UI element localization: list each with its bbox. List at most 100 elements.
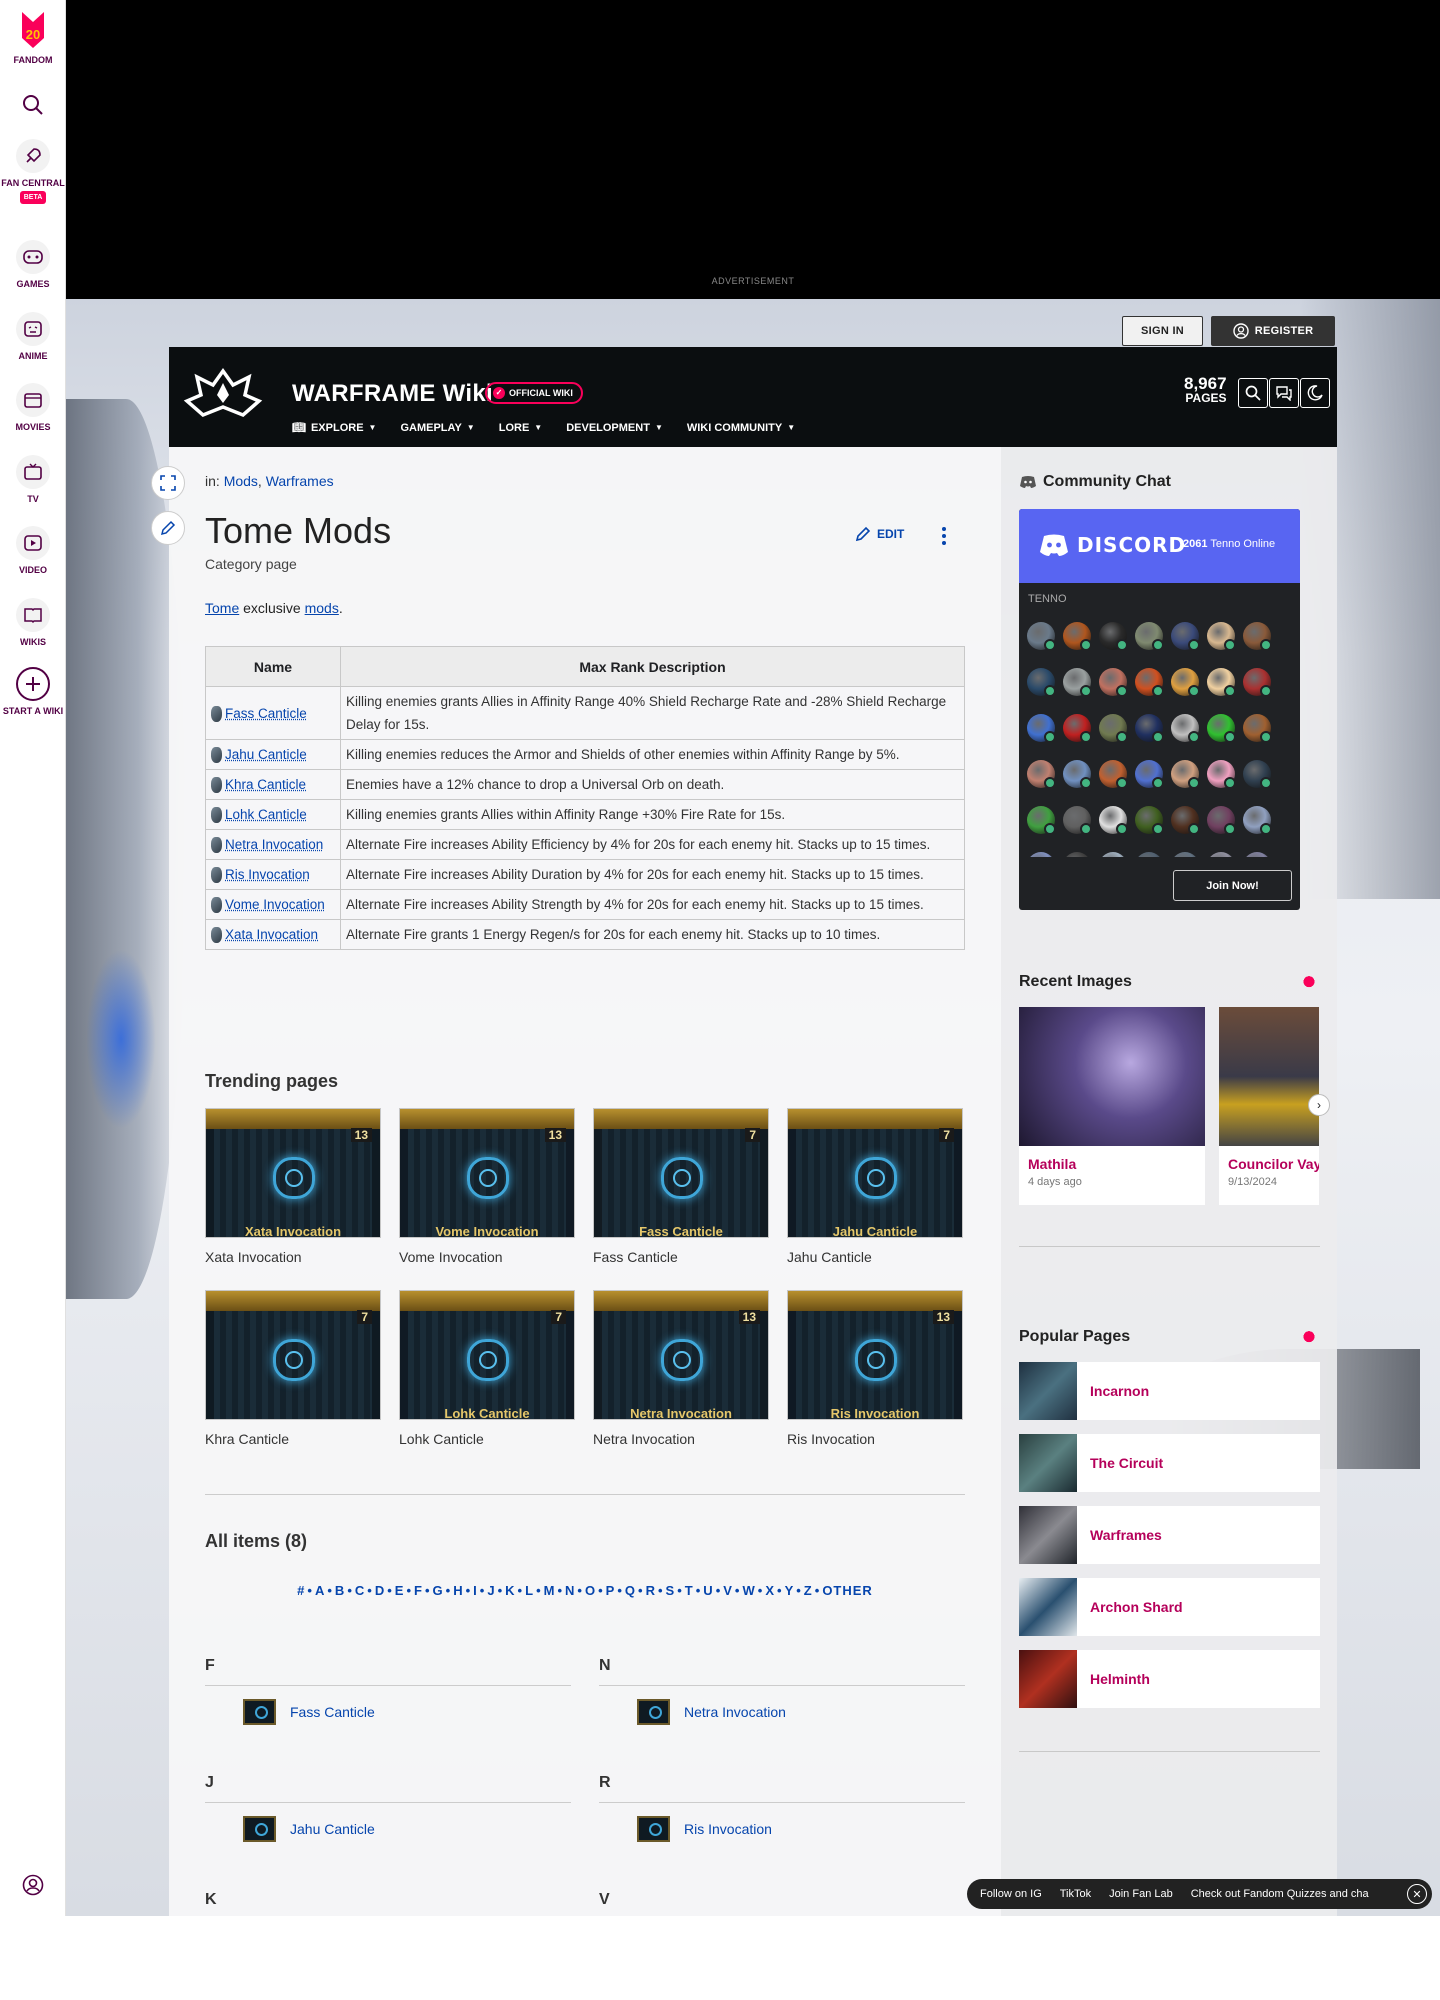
mod-name-link[interactable]: Lohk Canticle <box>225 807 307 822</box>
trending-card[interactable]: 7 Lohk Canticle Lohk Canticle <box>399 1290 575 1447</box>
member-avatar[interactable] <box>1135 622 1164 651</box>
discussions-button[interactable] <box>1269 378 1299 408</box>
member-avatar[interactable] <box>1135 668 1164 697</box>
tiktok-link[interactable]: TikTok <box>1060 1888 1091 1900</box>
warframe-logo-icon[interactable] <box>183 367 263 423</box>
mod-name-link[interactable]: Khra Canticle <box>225 777 306 792</box>
register-button[interactable]: REGISTER <box>1211 316 1336 346</box>
alphabet-link[interactable]: C <box>355 1583 365 1598</box>
alphabet-link[interactable]: Q <box>625 1583 636 1598</box>
alphabet-link[interactable]: O <box>585 1583 596 1598</box>
popular-page-item[interactable]: Archon Shard <box>1019 1578 1320 1636</box>
member-avatar[interactable] <box>1027 760 1056 789</box>
nav-start-wiki[interactable]: START A WIKI <box>0 667 66 717</box>
member-avatar[interactable] <box>1027 714 1056 743</box>
member-avatar[interactable] <box>1171 668 1200 697</box>
fandom-logo[interactable]: 20 FANDOM <box>0 8 66 66</box>
discord-join-button[interactable]: Join Now! <box>1173 870 1292 901</box>
member-avatar[interactable] <box>1207 852 1235 857</box>
member-avatar[interactable] <box>1243 714 1272 743</box>
recent-image-card[interactable]: Councilor Vay 9/13/2024 <box>1219 1007 1319 1205</box>
member-avatar[interactable] <box>1099 852 1127 857</box>
wiki-nav-gameplay[interactable]: GAMEPLAY ▼ <box>400 421 474 434</box>
member-avatar[interactable] <box>1207 806 1236 835</box>
member-avatar[interactable] <box>1207 760 1236 789</box>
alphabet-link[interactable]: L <box>525 1583 534 1598</box>
alphabet-link[interactable]: # <box>297 1583 305 1598</box>
trending-card[interactable]: 13 Vome Invocation Vome Invocation <box>399 1108 575 1265</box>
edit-side-button[interactable] <box>151 511 185 545</box>
carousel-next-button[interactable]: › <box>1308 1094 1330 1116</box>
edit-button[interactable]: EDIT <box>855 526 904 542</box>
alphabet-link[interactable]: Y <box>785 1583 795 1598</box>
nav-fan-central[interactable]: FAN CENTRAL BETA <box>0 139 66 204</box>
mod-name-link[interactable]: Xata Invocation <box>225 927 318 942</box>
member-avatar[interactable] <box>1027 806 1056 835</box>
column-header-name[interactable]: Name <box>205 646 341 687</box>
member-avatar[interactable] <box>1063 852 1091 857</box>
member-avatar[interactable] <box>1063 806 1092 835</box>
alphabet-link[interactable]: X <box>765 1583 775 1598</box>
alphabet-link[interactable]: P <box>606 1583 616 1598</box>
trending-card[interactable]: 7 Khra Canticle <box>205 1290 381 1447</box>
list-item[interactable]: Jahu Canticle <box>243 1816 375 1842</box>
alphabet-link[interactable]: M <box>544 1583 556 1598</box>
alphabet-link[interactable]: OTHER <box>822 1583 873 1598</box>
quizzes-link[interactable]: Check out Fandom Quizzes and cha <box>1191 1888 1369 1900</box>
user-account-button[interactable] <box>0 1874 66 1899</box>
alphabet-link[interactable]: A <box>315 1583 325 1598</box>
member-avatar[interactable] <box>1243 852 1271 857</box>
alphabet-link[interactable]: I <box>473 1583 478 1598</box>
member-avatar[interactable] <box>1171 852 1199 857</box>
trending-card[interactable]: 13 Xata Invocation Xata Invocation <box>205 1108 381 1265</box>
nav-tv[interactable]: TV <box>0 455 66 505</box>
alphabet-link[interactable]: K <box>505 1583 515 1598</box>
alphabet-link[interactable]: E <box>395 1583 405 1598</box>
member-avatar[interactable] <box>1135 714 1164 743</box>
alphabet-link[interactable]: J <box>487 1583 495 1598</box>
list-item[interactable]: Netra Invocation <box>637 1699 786 1725</box>
wiki-search-button[interactable] <box>1238 378 1268 408</box>
member-avatar[interactable] <box>1099 668 1128 697</box>
member-avatar[interactable] <box>1243 806 1272 835</box>
member-avatar[interactable] <box>1207 622 1236 651</box>
member-avatar[interactable] <box>1207 668 1236 697</box>
member-avatar[interactable] <box>1243 668 1272 697</box>
wiki-nav-development[interactable]: DEVELOPMENT ▼ <box>566 421 663 434</box>
trending-card[interactable]: 13 Netra Invocation Netra Invocation <box>593 1290 769 1447</box>
mod-name-link[interactable]: Fass Canticle <box>225 706 307 721</box>
category-link-mods[interactable]: Mods <box>224 473 258 489</box>
alphabet-link[interactable]: Z <box>804 1583 813 1598</box>
member-avatar[interactable] <box>1027 622 1056 651</box>
nav-movies[interactable]: MOVIES <box>0 383 66 433</box>
popular-page-item[interactable]: Incarnon <box>1019 1362 1320 1420</box>
tome-link[interactable]: Tome <box>205 600 239 616</box>
popular-page-item[interactable]: Helminth <box>1019 1650 1320 1708</box>
mod-name-link[interactable]: Jahu Canticle <box>225 747 307 762</box>
member-avatar[interactable] <box>1063 714 1092 743</box>
trending-card[interactable]: 7 Jahu Canticle Jahu Canticle <box>787 1108 963 1265</box>
member-avatar[interactable] <box>1135 760 1164 789</box>
sign-in-button[interactable]: SIGN IN <box>1122 316 1204 346</box>
alphabet-link[interactable]: D <box>375 1583 385 1598</box>
alphabet-link[interactable]: N <box>565 1583 575 1598</box>
category-link-warframes[interactable]: Warframes <box>266 473 334 489</box>
member-avatar[interactable] <box>1027 668 1056 697</box>
alphabet-link[interactable]: W <box>742 1583 755 1598</box>
close-icon[interactable]: ✕ <box>1407 1884 1427 1904</box>
follow-ig-link[interactable]: Follow on IG <box>980 1888 1042 1900</box>
wiki-nav-lore[interactable]: LORE ▼ <box>499 421 542 434</box>
alphabet-link[interactable]: B <box>335 1583 345 1598</box>
nav-games[interactable]: GAMES <box>0 240 66 290</box>
search-button[interactable] <box>0 88 66 127</box>
list-item[interactable]: Fass Canticle <box>243 1699 375 1725</box>
alphabet-link[interactable]: G <box>433 1583 444 1598</box>
theme-toggle-button[interactable] <box>1300 378 1330 408</box>
member-avatar[interactable] <box>1243 622 1272 651</box>
nav-wikis[interactable]: WIKIS <box>0 598 66 648</box>
alphabet-link[interactable]: V <box>723 1583 733 1598</box>
wiki-title[interactable]: WARFRAME Wiki <box>292 380 493 408</box>
member-avatar[interactable] <box>1135 852 1163 857</box>
member-avatar[interactable] <box>1171 760 1200 789</box>
member-avatar[interactable] <box>1099 806 1128 835</box>
